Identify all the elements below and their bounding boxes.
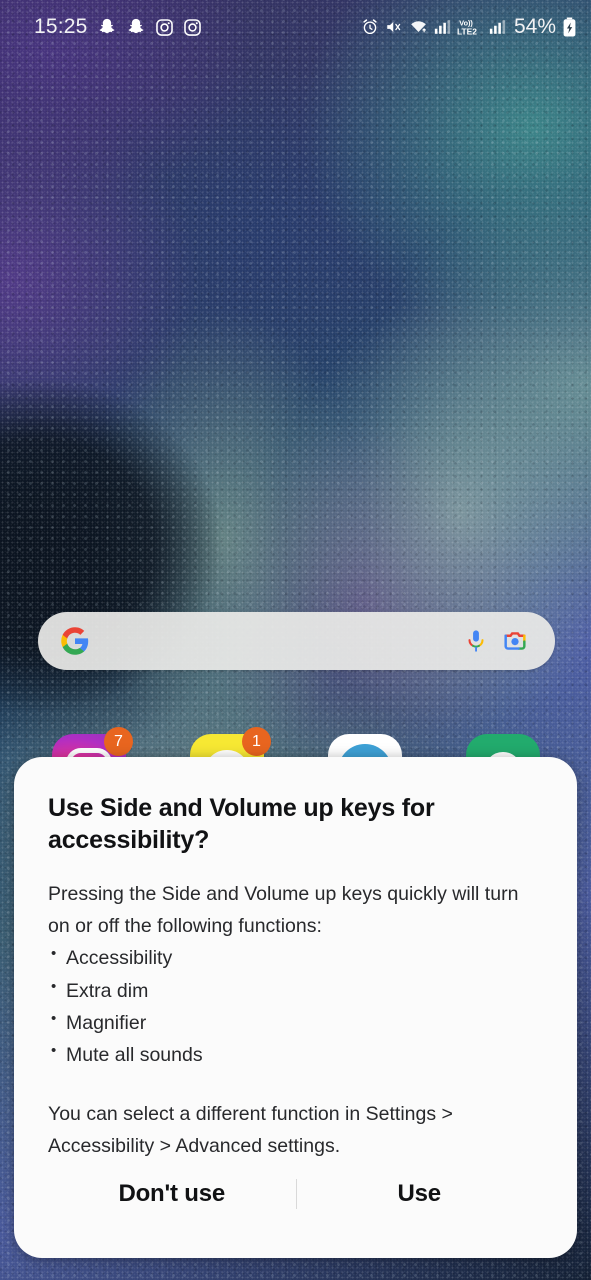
use-button[interactable]: Use (296, 1164, 544, 1224)
dialog-actions: Don't use Use (48, 1164, 543, 1224)
dont-use-button[interactable]: Don't use (48, 1164, 296, 1224)
status-bar-right: Vo)) LTE2 54% (361, 15, 577, 39)
snapchat-icon (126, 17, 146, 37)
instagram-icon (183, 18, 202, 37)
battery-charging-icon (562, 17, 577, 37)
battery-percent-label: 54% (513, 15, 556, 38)
mute-icon (385, 18, 403, 36)
signal-icon (434, 19, 451, 35)
google-lens-icon[interactable] (501, 627, 529, 655)
status-bar: 15:25 Vo)) LTE2 54% (0, 0, 591, 54)
list-item: Mute all sounds (48, 1039, 543, 1071)
svg-text:LTE2: LTE2 (457, 27, 477, 37)
action-divider (295, 1179, 297, 1209)
list-item: Accessibility (48, 942, 543, 974)
function-list: Accessibility Extra dim Magnifier Mute a… (48, 942, 543, 1071)
snapchat-icon (97, 17, 117, 37)
notification-badge: 1 (242, 727, 271, 756)
dialog-body: Pressing the Side and Volume up keys qui… (48, 878, 543, 1163)
list-item: Extra dim (48, 975, 543, 1007)
google-g-icon (60, 626, 90, 656)
notification-badge: 7 (104, 727, 133, 756)
status-bar-clock: 15:25 (34, 15, 88, 38)
volte-icon: Vo)) LTE2 (457, 17, 483, 37)
google-search-widget[interactable] (38, 612, 555, 670)
dialog-intro-text: Pressing the Side and Volume up keys qui… (48, 883, 519, 938)
accessibility-shortcut-dialog: Use Side and Volume up keys for accessib… (14, 757, 577, 1258)
alarm-icon (361, 18, 379, 36)
dialog-title: Use Side and Volume up keys for accessib… (48, 794, 435, 854)
signal-icon (489, 19, 506, 35)
status-bar-left: 15:25 (34, 15, 202, 39)
phone-screen: 15:25 Vo)) LTE2 54% 7 1 Use Side and Vol… (0, 0, 591, 1280)
dialog-footnote: You can select a different function in S… (48, 1103, 453, 1157)
search-text-field[interactable] (96, 612, 457, 670)
microphone-icon[interactable] (463, 628, 489, 654)
instagram-icon (155, 18, 174, 37)
search-input[interactable] (96, 612, 457, 670)
list-item: Magnifier (48, 1007, 543, 1039)
wifi-icon (409, 18, 428, 36)
